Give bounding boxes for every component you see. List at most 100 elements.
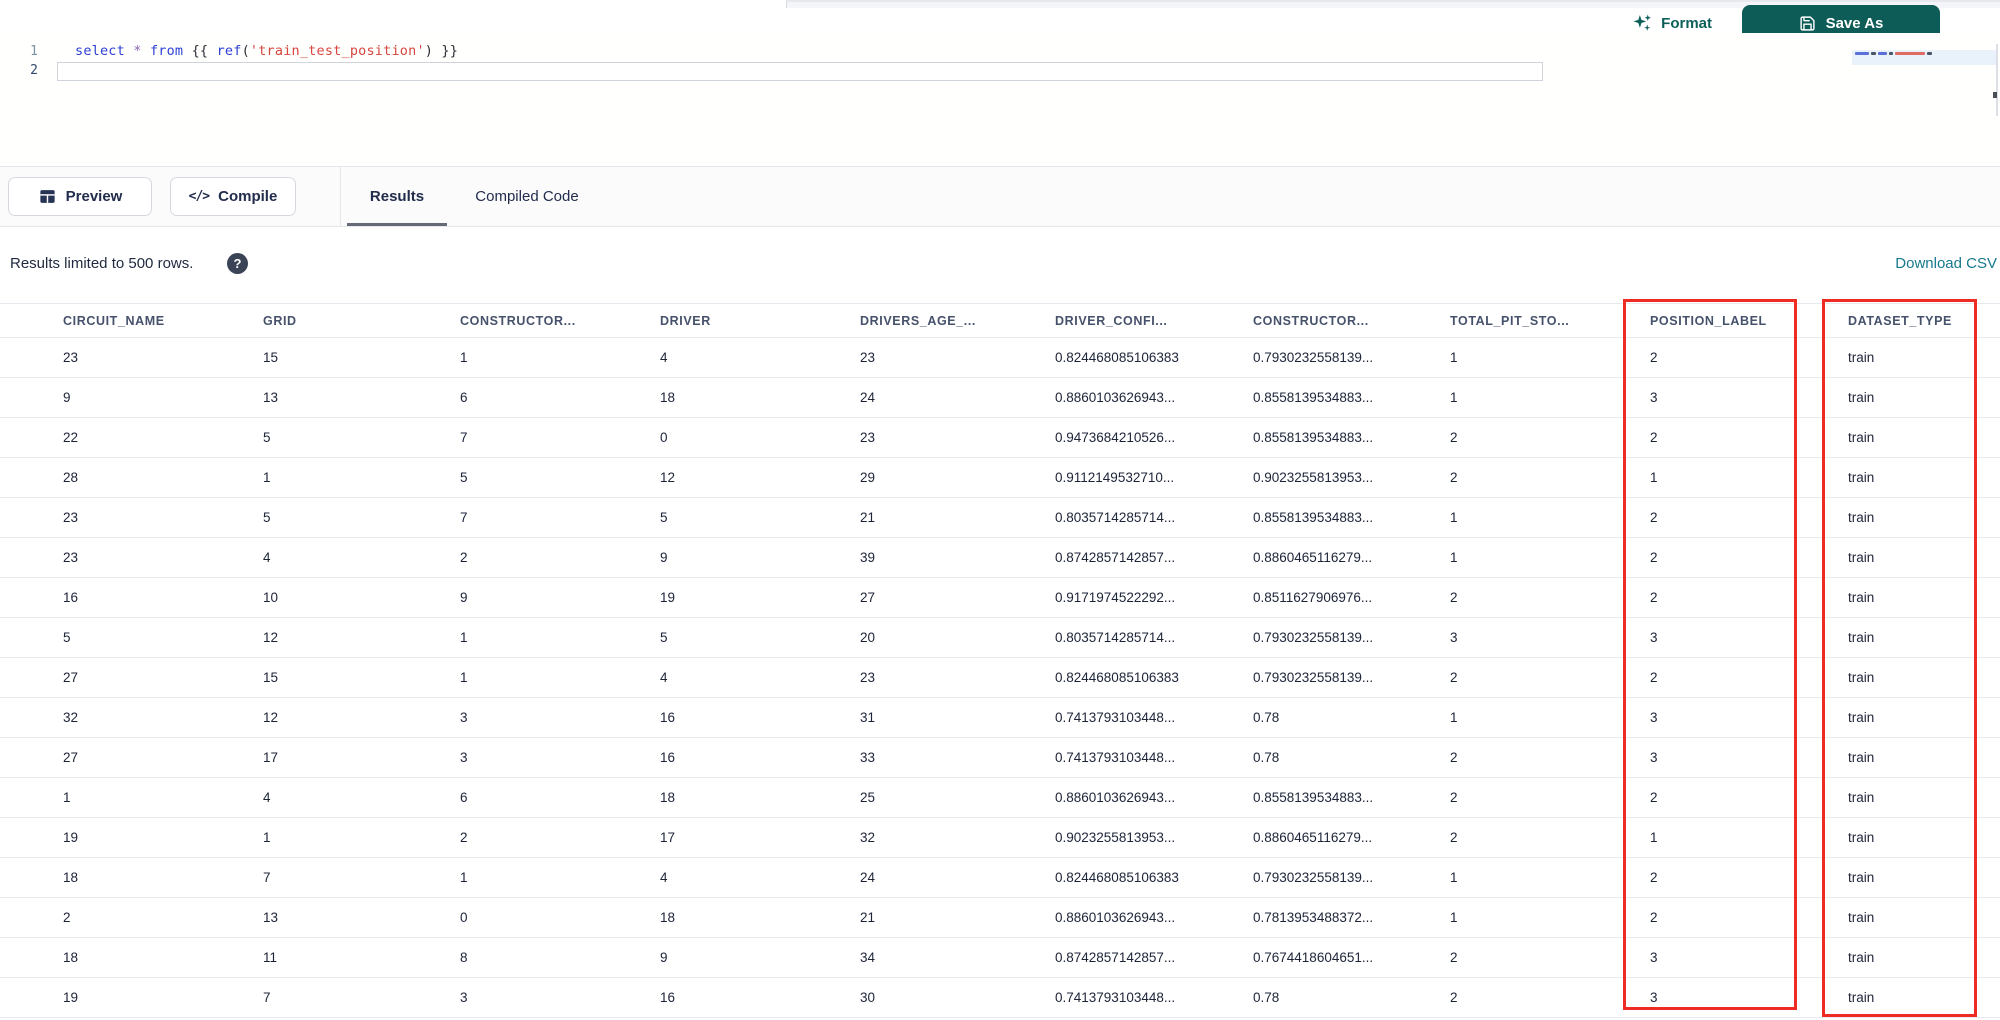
table-cell: 0.7813953488372... [1253,910,1374,925]
table-row: 27 15 1 4 23 0.824468085106383 0.7930232558139… [0,658,2000,698]
table-row: 19 1 2 17 32 0.9023255813953... 0.886046511627… [0,818,2000,858]
table-cell: 0.8860103626943... [1055,390,1176,405]
table-cell: 2 [1450,590,1458,605]
table-cell: 1 [1650,470,1658,485]
sql-code-line: select * from {{ ref('train_test_positio… [75,43,459,59]
table-cell: 2 [1650,870,1658,885]
preview-button[interactable]: Preview [8,177,152,216]
table-cell: 0.824468085106383 [1055,670,1179,685]
table-cell: 1 [263,830,271,845]
table-cell: 0.8558139534883... [1253,430,1374,445]
table-cell: 1 [1450,510,1458,525]
active-tab-underline [347,223,447,226]
sparkles-icon [1632,13,1653,34]
column-header-drivers-age: DRIVERS_AGE_... [860,313,976,328]
table-cell: 33 [860,750,876,765]
table-cell: 0.7413793103448... [1055,990,1176,1005]
table-cell: 0.824468085106383 [1055,870,1179,885]
table-cell: 3 [1650,390,1658,405]
sql-code-editor[interactable]: 1 2 select * from {{ ref('train_test_pos… [0,33,2000,166]
column-header-total-pit-sto: TOTAL_PIT_STO... [1450,313,1570,328]
column-header-constructor-1: CONSTRUCTOR... [460,313,576,328]
table-cell: 2 [1650,550,1658,565]
table-icon [38,187,57,206]
table-row: 5 12 1 5 20 0.8035714285714... 0.7930232558139… [0,618,2000,658]
help-icon[interactable]: ? [227,253,248,274]
table-cell: 9 [63,390,71,405]
compile-button[interactable]: </> Compile [170,177,296,216]
table-cell: 2 [1450,950,1458,965]
results-toolbar: Preview </> Compile Results Compiled Cod… [0,166,2000,227]
table-cell: 2 [460,550,468,565]
table-cell: 16 [660,710,676,725]
table-cell: 0.8558139534883... [1253,790,1374,805]
table-cell: 18 [660,790,676,805]
table-cell: train [1848,870,1875,885]
table-row: 27 17 3 16 33 0.7413793103448... 0.78 2 3 train [0,738,2000,778]
download-csv-link[interactable]: Download CSV [1895,252,1997,276]
preview-label: Preview [65,188,123,205]
table-cell: 2 [1450,790,1458,805]
table-cell: 19 [660,590,676,605]
table-cell: 0.9473684210526... [1055,430,1176,445]
results-table: CIRCUIT_NAME GRID CONSTRUCTOR... DRIVER … [0,303,2000,1018]
table-cell: 8 [460,950,468,965]
table-row: 19 7 3 16 30 0.7413793103448... 0.78 2 3 train [0,978,2000,1018]
table-cell: 3 [1650,630,1658,645]
table-cell: train [1848,910,1875,925]
table-cell: 5 [263,510,271,525]
table-row: 18 11 8 9 34 0.8742857142857... 0.767441860465… [0,938,2000,978]
table-cell: 2 [1450,830,1458,845]
table-cell: 5 [63,630,71,645]
table-cell: 5 [660,630,668,645]
compile-label: Compile [218,188,278,205]
table-cell: 1 [1650,830,1658,845]
table-cell: 2 [1450,430,1458,445]
table-row: 18 7 1 4 24 0.824468085106383 0.7930232558139.… [0,858,2000,898]
table-cell: 2 [1450,750,1458,765]
table-cell: 22 [63,430,79,445]
table-cell: 1 [1450,550,1458,565]
table-cell: 0.9023255813953... [1253,470,1374,485]
tab-results[interactable]: Results [347,167,447,226]
table-cell: 0.9023255813953... [1055,830,1176,845]
table-cell: 9 [460,590,468,605]
table-cell: 2 [1650,910,1658,925]
table-cell: train [1848,430,1875,445]
table-cell: 27 [860,590,876,605]
table-cell: 1 [1450,910,1458,925]
table-cell: 12 [660,470,676,485]
save-icon [1799,15,1816,32]
table-cell: 2 [1650,510,1658,525]
editor-scrollbar-thumb[interactable] [1993,92,1997,98]
table-cell: 23 [860,430,876,445]
table-row: 23 15 1 4 23 0.824468085106383 0.7930232558139… [0,338,2000,378]
table-cell: 18 [63,870,79,885]
ide-screen: Format Save As 1 2 select * from {{ ref(… [0,0,2000,1020]
table-cell: 0.7674418604651... [1253,950,1374,965]
tab-compiled-code[interactable]: Compiled Code [452,167,602,226]
table-cell: 1 [1450,710,1458,725]
minimap-mark [1878,52,1887,55]
table-cell: train [1848,950,1875,965]
table-cell: 4 [660,670,668,685]
table-cell: 27 [63,670,79,685]
table-cell: 0.78 [1253,710,1280,725]
table-cell: 10 [263,590,279,605]
table-cell: 5 [660,510,668,525]
table-cell: 3 [460,990,468,1005]
editor-minimap[interactable] [1852,50,1998,65]
table-cell: 23 [63,510,79,525]
table-cell: 0.7413793103448... [1055,710,1176,725]
table-cell: 32 [63,710,79,725]
table-cell: 1 [460,870,468,885]
table-cell: 0 [660,430,668,445]
table-cell: 1 [1450,390,1458,405]
table-cell: 0.9112149532710... [1055,470,1175,485]
table-row: 23 4 2 9 39 0.8742857142857... 0.8860465116279… [0,538,2000,578]
table-cell: 18 [63,950,79,965]
editor-scrollbar-track[interactable] [1996,44,1998,116]
table-row: 28 1 5 12 29 0.9112149532710... 0.902325581395… [0,458,2000,498]
table-cell: 0.8558139534883... [1253,390,1374,405]
table-cell: 6 [460,790,468,805]
